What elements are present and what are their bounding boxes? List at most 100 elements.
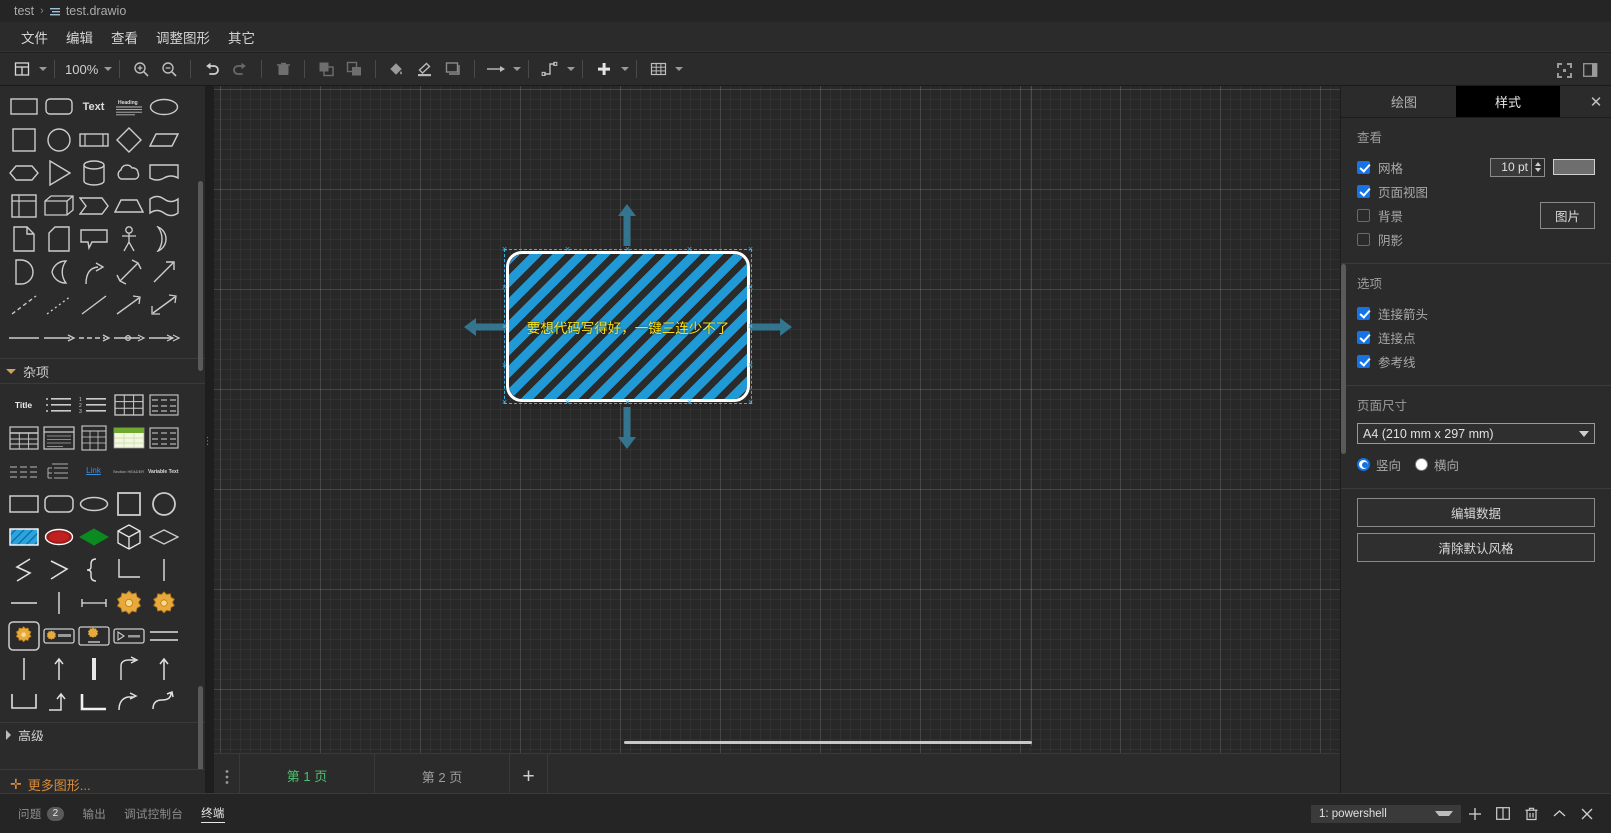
shape-or[interactable] (146, 222, 181, 255)
shape-panel-scrollbar-lower[interactable] (198, 686, 203, 776)
shape-connector-plain[interactable] (6, 321, 41, 354)
resize-handle-nw[interactable]: × (501, 246, 508, 253)
shape-link[interactable]: Link (76, 454, 111, 487)
shape-rounded-rectangle[interactable] (41, 90, 76, 123)
shape-dimension-line[interactable] (76, 586, 111, 619)
resize-handle-se[interactable]: × (747, 399, 754, 406)
tab-terminal[interactable]: 终端 (201, 805, 225, 823)
shape-3d-cube[interactable] (111, 520, 146, 553)
close-panel-icon[interactable] (1573, 803, 1601, 825)
breadcrumb-file[interactable]: test.drawio (66, 4, 126, 18)
direction-arrow-right[interactable] (750, 317, 792, 337)
shape-unordered-list[interactable] (41, 388, 76, 421)
shape-bidirectional-arrow[interactable] (146, 288, 181, 321)
shape-route-up-arrow2[interactable] (146, 652, 181, 685)
shape-outline-diamond[interactable] (146, 520, 181, 553)
shape-table-outline[interactable] (146, 421, 181, 454)
direction-arrow-down[interactable] (617, 407, 637, 449)
shape-cylinder[interactable] (76, 156, 111, 189)
close-icon[interactable]: ✕ (1581, 86, 1611, 117)
shape-connector-dashed[interactable] (76, 321, 111, 354)
shape-misc-ellipse[interactable] (76, 487, 111, 520)
shape-moon[interactable] (41, 255, 76, 288)
shape-rectangle[interactable] (6, 90, 41, 123)
shape-route-thick[interactable] (76, 652, 111, 685)
menu-extras[interactable]: 其它 (219, 24, 264, 50)
menu-view[interactable]: 查看 (102, 24, 147, 50)
shape-route-curve-up[interactable] (111, 685, 146, 718)
shape-line-arrow[interactable] (111, 288, 146, 321)
shape-brace[interactable] (76, 553, 111, 586)
edit-data-button[interactable]: 编辑数据 (1357, 498, 1595, 527)
shape-line[interactable] (76, 288, 111, 321)
panel-splitter[interactable]: ⋮⋮ (207, 430, 214, 452)
shape-triangle[interactable] (41, 156, 76, 189)
shape-square[interactable] (6, 123, 41, 156)
fill-color-icon[interactable] (384, 57, 410, 81)
shape-internal-storage[interactable] (6, 189, 41, 222)
format-panel-scrollbar[interactable] (1341, 264, 1346, 454)
menu-file[interactable]: 文件 (12, 24, 57, 50)
shape-route-corner[interactable] (76, 685, 111, 718)
shape-footer-text[interactable]: Section HEADER & DETAIL (111, 454, 146, 487)
connection-point-w3[interactable]: × (501, 362, 508, 369)
shape-connector-arrow[interactable] (41, 321, 76, 354)
shape-red-ellipse[interactable] (41, 520, 76, 553)
shape-vertical-divider[interactable] (41, 586, 76, 619)
selected-shape-group[interactable]: 要想代码写得好，一键三连少不了 × × × × × × × × × × × × … (509, 254, 747, 399)
shape-gear-button[interactable] (41, 619, 76, 652)
shape-document[interactable] (146, 156, 181, 189)
shape-tape[interactable] (146, 189, 181, 222)
connection-dropdown-caret[interactable] (513, 67, 521, 71)
shape-misc-rounded[interactable] (41, 487, 76, 520)
connection-point-n[interactable]: × (624, 246, 631, 253)
shape-variable-text[interactable]: Variable Text (146, 454, 181, 487)
direction-arrow-up[interactable] (617, 204, 637, 246)
shape-card[interactable] (41, 222, 76, 255)
shape-gear-label[interactable] (76, 619, 111, 652)
resize-handle-sw[interactable]: × (501, 399, 508, 406)
shape-tree-list[interactable] (41, 454, 76, 487)
connection-point-e3[interactable]: × (747, 362, 754, 369)
shape-note[interactable] (6, 222, 41, 255)
tab-problems[interactable]: 问题 2 (18, 806, 64, 822)
guides-checkbox[interactable] (1357, 355, 1370, 368)
shape-route-rounded-arrow[interactable] (146, 685, 181, 718)
menu-edit[interactable]: 编辑 (57, 24, 102, 50)
shape-gear-large[interactable] (111, 586, 146, 619)
table-dropdown-caret[interactable] (675, 67, 683, 71)
shape-step[interactable] (76, 189, 111, 222)
landscape-radio[interactable] (1415, 458, 1428, 471)
canvas-horizontal-scrollbar[interactable] (624, 741, 1032, 744)
resize-handle-ne[interactable]: × (747, 246, 754, 253)
send-to-back-icon[interactable] (341, 57, 367, 81)
paper-size-select[interactable]: A4 (210 mm x 297 mm) (1357, 423, 1595, 444)
shape-connector-node[interactable] (111, 321, 146, 354)
shape-route-curve-arrow[interactable] (111, 652, 146, 685)
shape-process[interactable] (76, 123, 111, 156)
kill-terminal-icon[interactable] (1517, 803, 1545, 825)
shape-curved-arrow[interactable] (76, 255, 111, 288)
shape-table-green[interactable] (111, 421, 146, 454)
shape-text-label[interactable]: 要想代码写得好，一键三连少不了 (509, 254, 747, 399)
connection-point-s3[interactable]: × (686, 399, 693, 406)
shape-horizontal-line[interactable] (6, 586, 41, 619)
shape-vertical-line[interactable] (146, 553, 181, 586)
shape-blue-hatched-rect[interactable] (6, 520, 41, 553)
shape-connector-double[interactable] (146, 321, 181, 354)
zoom-in-icon[interactable] (128, 57, 154, 81)
section-misc[interactable]: 杂项 (0, 358, 206, 384)
layout-dropdown-caret[interactable] (39, 67, 47, 71)
insert-dropdown-caret[interactable] (621, 67, 629, 71)
shape-diamond[interactable] (111, 123, 146, 156)
shadow-icon[interactable] (440, 57, 466, 81)
bring-to-front-icon[interactable] (313, 57, 339, 81)
waypoint-dropdown-caret[interactable] (567, 67, 575, 71)
page-view-checkbox[interactable] (1357, 185, 1370, 198)
toggle-format-panel-icon[interactable] (1577, 59, 1603, 81)
shape-play-button[interactable] (111, 619, 146, 652)
split-terminal-icon[interactable] (1489, 803, 1517, 825)
connection-arrows-checkbox[interactable] (1357, 307, 1370, 320)
shape-hexagon[interactable] (6, 156, 41, 189)
section-advanced[interactable]: 高级 (0, 722, 206, 741)
